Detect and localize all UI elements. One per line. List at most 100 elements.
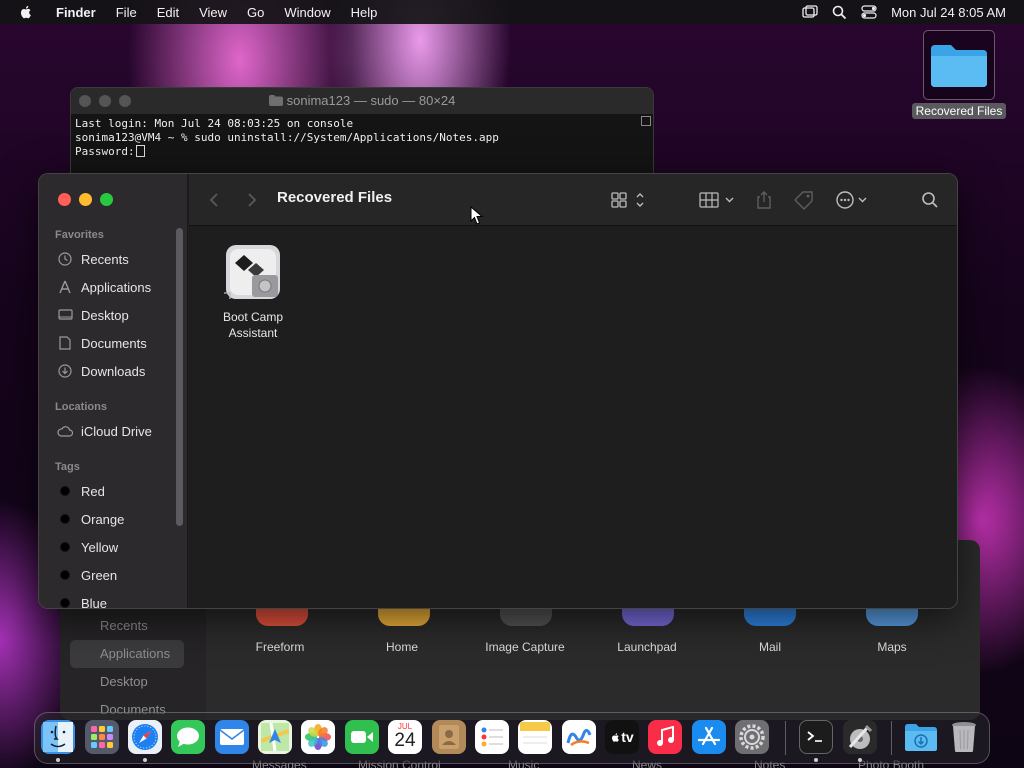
menu-view[interactable]: View (189, 5, 237, 20)
terminal-window[interactable]: sonima123 — sudo — 80×24 Last login: Mon… (70, 87, 654, 187)
dock-reminders[interactable] (475, 720, 509, 754)
dock-downloads-folder[interactable] (904, 720, 938, 754)
file-label: Boot Camp Assistant (214, 309, 292, 341)
file-label-line: Assistant (228, 326, 278, 340)
dock-photos[interactable] (301, 720, 335, 754)
terminal-line: Last login: Mon Jul 24 08:03:25 on conso… (75, 117, 354, 130)
sidebar-item-recents[interactable]: Recents (57, 248, 129, 270)
dock-mail[interactable] (215, 720, 249, 754)
menu-go[interactable]: Go (237, 5, 274, 20)
terminal-window-controls (79, 95, 131, 107)
download-icon (57, 363, 73, 379)
sidebar-tag-blue[interactable]: Blue (57, 592, 107, 608)
control-center-icon[interactable] (861, 5, 877, 19)
sidebar-item-icloud-drive[interactable]: iCloud Drive (57, 420, 152, 442)
menu-bar: Finder File Edit View Go Window Help Mon… (0, 0, 1024, 24)
tag-label: Yellow (81, 539, 119, 555)
dock-launchpad[interactable] (85, 720, 119, 754)
mouse-cursor-icon (470, 206, 484, 225)
terminal-scroll-arrow-icon[interactable] (641, 116, 651, 126)
dock-maps[interactable] (258, 720, 292, 754)
gear-icon (739, 724, 765, 750)
sidebar-scrollbar[interactable] (176, 228, 183, 526)
dock-facetime[interactable] (345, 720, 379, 754)
back-button[interactable] (209, 188, 219, 212)
file-label-line: Boot Camp (222, 310, 284, 324)
dock-freeform[interactable] (562, 720, 596, 754)
tag-dot-icon (60, 542, 70, 552)
app-label-launchpad: Launchpad (617, 640, 677, 654)
minimize-button[interactable] (79, 193, 92, 206)
sidebar-item-applications[interactable]: Applications (57, 276, 151, 298)
screen-mirroring-icon[interactable] (802, 5, 818, 19)
more-actions-button[interactable] (835, 188, 871, 212)
dock-trash[interactable] (947, 720, 981, 754)
desktop-folder-recovered-files[interactable]: Recovered Files (906, 30, 1012, 120)
menu-edit[interactable]: Edit (147, 5, 189, 20)
terminal-minimize-button[interactable] (99, 95, 111, 107)
dock-running-indicator (858, 758, 862, 762)
group-button[interactable] (699, 188, 737, 212)
spotlight-search-icon[interactable] (832, 5, 847, 20)
menu-clock[interactable]: Mon Jul 24 8:05 AM (891, 5, 1006, 20)
sidebar-tag-green[interactable]: Green (57, 564, 117, 586)
file-item-boot-camp-assistant[interactable]: Boot Camp Assistant (214, 243, 292, 341)
dock-boot-camp-assistant[interactable] (843, 720, 877, 754)
app-label-home: Home (385, 640, 418, 654)
dock-system-settings[interactable] (735, 720, 769, 754)
sidebar-item-label: Documents (81, 335, 147, 351)
menu-file[interactable]: File (106, 5, 147, 20)
map-icon (261, 723, 289, 751)
sidebar-item-label: iCloud Drive (81, 423, 152, 439)
dock-messages[interactable] (171, 720, 205, 754)
envelope-icon (219, 729, 245, 745)
boot-camp-assistant-icon (222, 243, 284, 303)
menu-window[interactable]: Window (274, 5, 340, 20)
zoom-button[interactable] (100, 193, 113, 206)
finder-content-area[interactable]: Boot Camp Assistant (189, 227, 957, 608)
forward-button[interactable] (247, 188, 257, 212)
menu-help[interactable]: Help (341, 5, 388, 20)
share-button[interactable] (756, 188, 772, 212)
view-mode-button[interactable] (611, 188, 647, 212)
sidebar-tag-red[interactable]: Red (57, 480, 105, 502)
folder-icon-frame (923, 30, 995, 100)
tags-button[interactable] (793, 188, 815, 212)
dock-calendar[interactable]: JUL 24 (388, 720, 422, 754)
terminal-zoom-button[interactable] (119, 95, 131, 107)
contacts-person-icon (439, 725, 459, 749)
dock: JUL 24 tv (34, 712, 990, 764)
speech-bubble-icon (177, 727, 199, 747)
menu-app-name[interactable]: Finder (46, 5, 106, 20)
dock-music[interactable] (648, 720, 682, 754)
dock-contacts[interactable] (432, 720, 466, 754)
tag-dot-icon (60, 486, 70, 496)
sidebar-tag-orange[interactable]: Orange (57, 508, 124, 530)
dock-notes[interactable] (518, 720, 552, 754)
sidebar-item-downloads[interactable]: Downloads (57, 360, 145, 382)
applications-icon (57, 279, 73, 295)
terminal-titlebar[interactable]: sonima123 — sudo — 80×24 (71, 88, 653, 114)
finder-window-controls (58, 193, 113, 206)
sidebar-item-documents[interactable]: Documents (57, 332, 147, 354)
apple-logo-icon[interactable] (18, 4, 34, 20)
sidebar-item-desktop[interactable]: Desktop (57, 304, 129, 326)
dock-app-store[interactable] (692, 720, 726, 754)
close-button[interactable] (58, 193, 71, 206)
dock-terminal[interactable] (799, 720, 833, 754)
terminal-output[interactable]: Last login: Mon Jul 24 08:03:25 on conso… (71, 114, 653, 162)
clock-icon (57, 251, 73, 267)
launchpad-grid-icon (91, 726, 113, 748)
dock-running-indicator (814, 758, 818, 762)
dock-apple-tv[interactable]: tv (605, 720, 639, 754)
finder-window-title: Recovered Files (277, 189, 393, 206)
finder-window[interactable]: Favorites Recents Applications Desktop D… (38, 173, 958, 609)
dock-safari[interactable] (128, 720, 162, 754)
tag-label: Orange (81, 511, 125, 527)
search-button[interactable] (921, 188, 939, 212)
sidebar-tag-yellow[interactable]: Yellow (57, 536, 118, 558)
ellipsis-circle-icon (836, 191, 867, 209)
terminal-close-button[interactable] (79, 95, 91, 107)
music-note-icon (657, 726, 674, 746)
dock-finder[interactable] (41, 720, 75, 754)
